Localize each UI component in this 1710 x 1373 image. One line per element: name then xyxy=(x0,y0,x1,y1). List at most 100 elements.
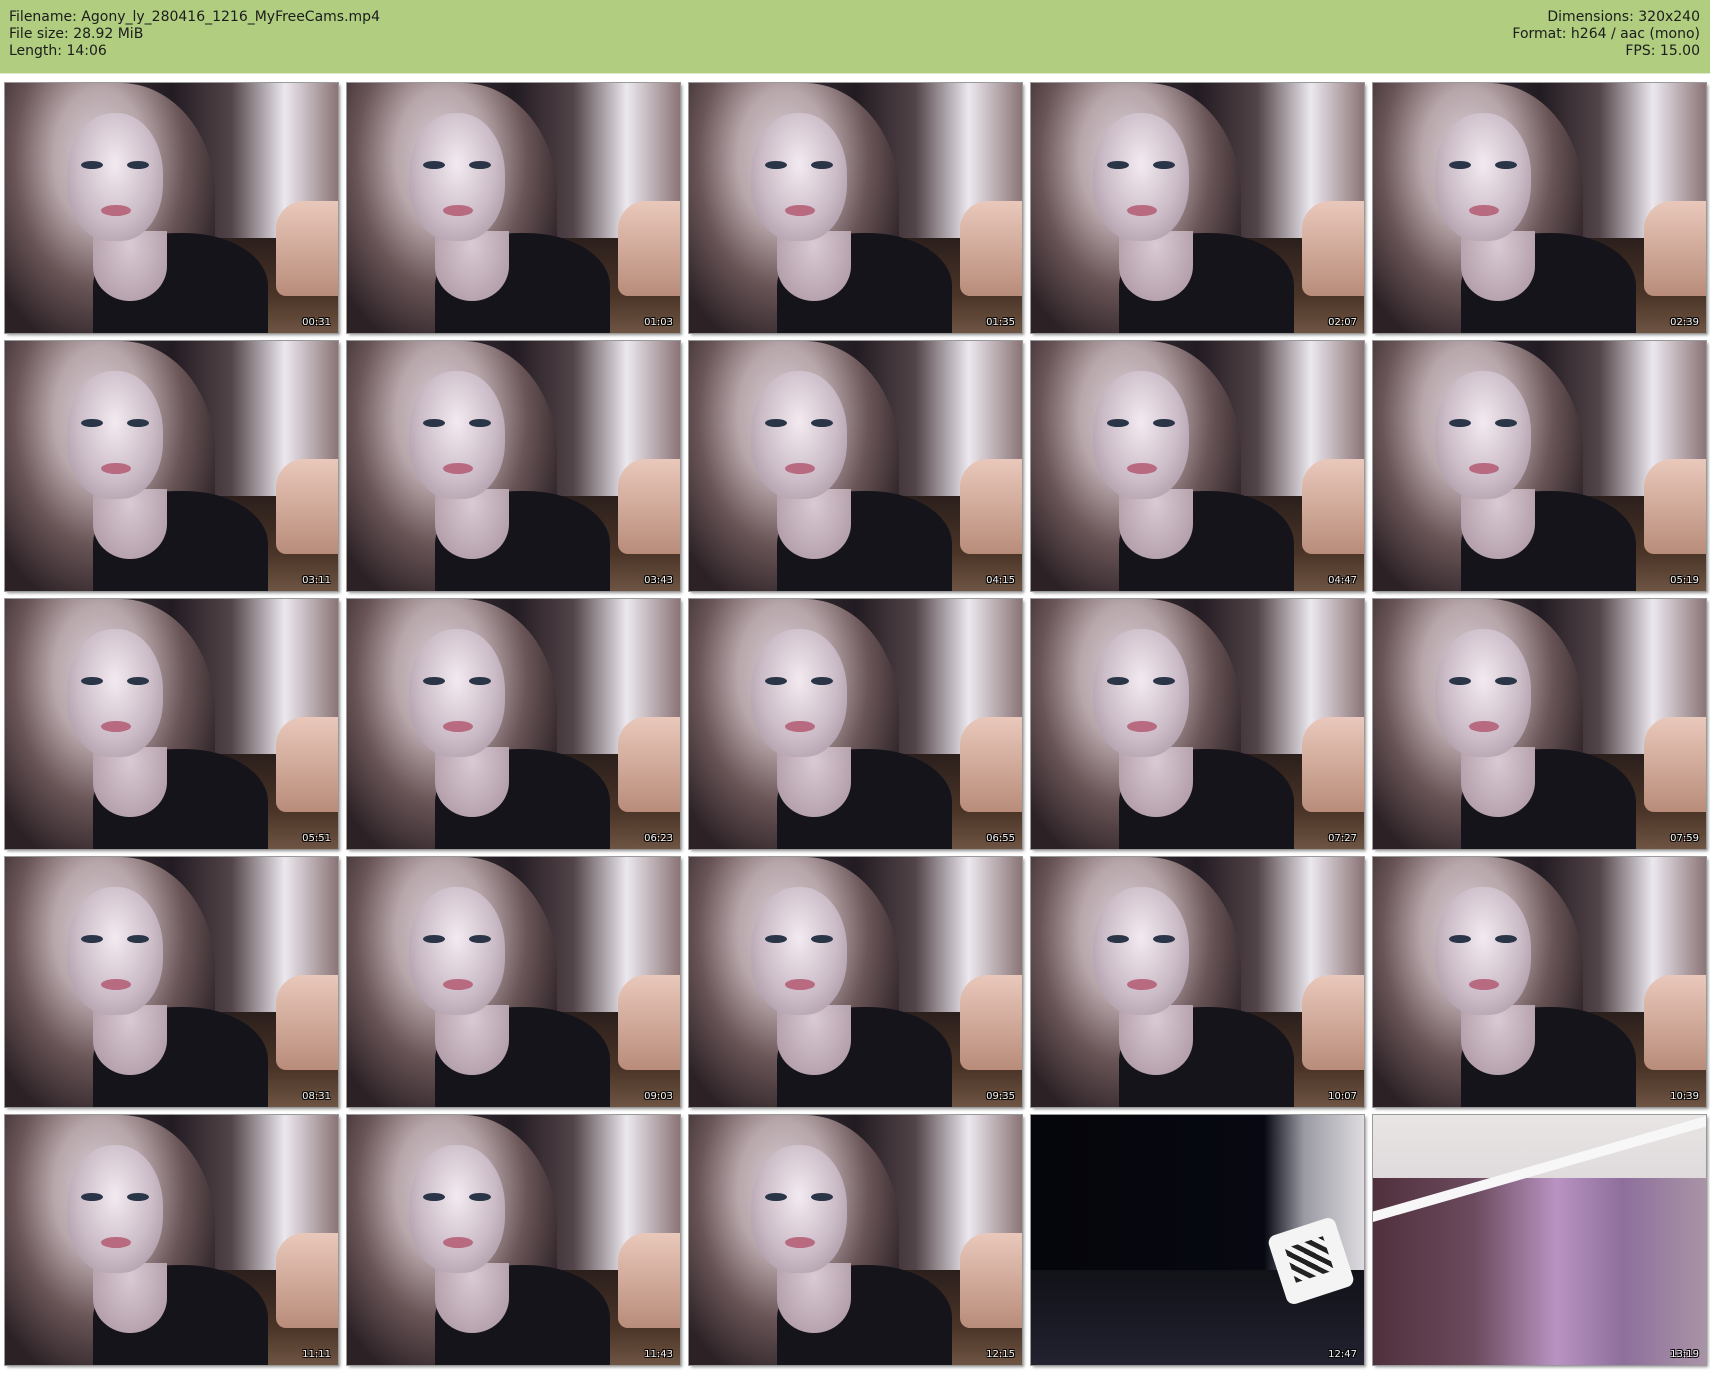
thumbnail-timestamp: 06:23 xyxy=(644,833,673,844)
eye-shape xyxy=(1107,935,1129,943)
video-thumbnail[interactable]: 11:11 xyxy=(4,1114,339,1366)
eye-shape xyxy=(127,935,149,943)
neck-shape xyxy=(93,1263,167,1333)
eye-shape xyxy=(469,677,491,685)
eye-shape xyxy=(81,419,103,427)
eye-shape xyxy=(1495,677,1517,685)
video-thumbnail[interactable]: 12:15 xyxy=(688,1114,1023,1366)
couch-shape xyxy=(1302,201,1364,296)
face-shape xyxy=(1093,887,1189,1015)
thumbnail-timestamp: 07:59 xyxy=(1670,833,1699,844)
face-shape xyxy=(1093,629,1189,757)
video-thumbnail[interactable]: 06:23 xyxy=(346,598,681,850)
video-thumbnail[interactable]: 07:59 xyxy=(1372,598,1707,850)
thumbnail-timestamp: 12:15 xyxy=(986,1349,1015,1360)
eye-shape xyxy=(1449,677,1471,685)
thumbnail-timestamp: 09:03 xyxy=(644,1091,673,1102)
lips-shape xyxy=(443,721,473,732)
video-thumbnail[interactable]: 10:39 xyxy=(1372,856,1707,1108)
video-thumbnail[interactable]: 07:27 xyxy=(1030,598,1365,850)
thumbnail-timestamp: 00:31 xyxy=(302,317,331,328)
couch-shape xyxy=(960,1233,1022,1328)
eye-shape xyxy=(1107,161,1129,169)
header-divider xyxy=(0,73,1710,74)
eye-shape xyxy=(127,1193,149,1201)
lips-shape xyxy=(785,1237,815,1248)
couch-shape xyxy=(1302,717,1364,812)
video-thumbnail[interactable]: 04:15 xyxy=(688,340,1023,592)
face-shape xyxy=(67,113,163,241)
eye-shape xyxy=(1153,161,1175,169)
video-thumbnail[interactable]: 04:47 xyxy=(1030,340,1365,592)
neck-shape xyxy=(435,489,509,559)
neck-shape xyxy=(1119,231,1193,301)
video-thumbnail[interactable]: 13:19 xyxy=(1372,1114,1707,1366)
video-thumbnail[interactable]: 05:19 xyxy=(1372,340,1707,592)
lips-shape xyxy=(101,1237,131,1248)
video-thumbnail[interactable]: 08:31 xyxy=(4,856,339,1108)
neck-shape xyxy=(93,231,167,301)
face-shape xyxy=(67,1145,163,1273)
eye-shape xyxy=(127,677,149,685)
video-thumbnail[interactable]: 03:43 xyxy=(346,340,681,592)
face-shape xyxy=(409,629,505,757)
eye-shape xyxy=(423,1193,445,1201)
face-shape xyxy=(1435,629,1531,757)
neck-shape xyxy=(435,1263,509,1333)
dimensions-text: Dimensions: 320x240 xyxy=(1547,9,1700,25)
video-thumbnail[interactable]: 01:35 xyxy=(688,82,1023,334)
eye-shape xyxy=(423,161,445,169)
eye-shape xyxy=(811,419,833,427)
face-shape xyxy=(1435,887,1531,1015)
video-thumbnail[interactable]: 06:55 xyxy=(688,598,1023,850)
video-thumbnail[interactable]: 02:39 xyxy=(1372,82,1707,334)
video-thumbnail[interactable]: 12:47 xyxy=(1030,1114,1365,1366)
couch-shape xyxy=(1644,717,1706,812)
eye-shape xyxy=(1495,935,1517,943)
ceiling-shape xyxy=(1373,1115,1706,1226)
neck-shape xyxy=(93,489,167,559)
neck-shape xyxy=(1461,747,1535,817)
neck-shape xyxy=(777,489,851,559)
couch-shape xyxy=(1644,459,1706,554)
neck-shape xyxy=(1119,747,1193,817)
face-shape xyxy=(67,887,163,1015)
eye-shape xyxy=(469,419,491,427)
video-thumbnail[interactable]: 10:07 xyxy=(1030,856,1365,1108)
video-thumbnail[interactable]: 11:43 xyxy=(346,1114,681,1366)
neck-shape xyxy=(1119,1005,1193,1075)
eye-shape xyxy=(81,677,103,685)
eye-shape xyxy=(469,1193,491,1201)
video-thumbnail[interactable]: 01:03 xyxy=(346,82,681,334)
eye-shape xyxy=(469,161,491,169)
neck-shape xyxy=(93,747,167,817)
face-shape xyxy=(409,1145,505,1273)
face-shape xyxy=(751,887,847,1015)
filesize-text: File size: 28.92 MiB xyxy=(9,26,144,42)
eye-shape xyxy=(469,935,491,943)
eye-shape xyxy=(811,1193,833,1201)
eye-shape xyxy=(1495,419,1517,427)
video-thumbnail[interactable]: 09:03 xyxy=(346,856,681,1108)
video-thumbnail[interactable]: 09:35 xyxy=(688,856,1023,1108)
neck-shape xyxy=(435,1005,509,1075)
video-thumbnail[interactable]: 05:51 xyxy=(4,598,339,850)
couch-shape xyxy=(1644,201,1706,296)
lips-shape xyxy=(1127,721,1157,732)
video-thumbnail[interactable]: 02:07 xyxy=(1030,82,1365,334)
thumbnail-timestamp: 01:35 xyxy=(986,317,1015,328)
face-shape xyxy=(67,371,163,499)
eye-shape xyxy=(811,935,833,943)
eye-shape xyxy=(765,419,787,427)
eye-shape xyxy=(1449,935,1471,943)
lips-shape xyxy=(785,463,815,474)
eye-shape xyxy=(423,419,445,427)
eye-shape xyxy=(81,935,103,943)
couch-shape xyxy=(618,459,680,554)
lips-shape xyxy=(1469,721,1499,732)
video-thumbnail[interactable]: 00:31 xyxy=(4,82,339,334)
lips-shape xyxy=(443,463,473,474)
video-thumbnail[interactable]: 03:11 xyxy=(4,340,339,592)
lips-shape xyxy=(1127,463,1157,474)
thumbnail-timestamp: 05:51 xyxy=(302,833,331,844)
